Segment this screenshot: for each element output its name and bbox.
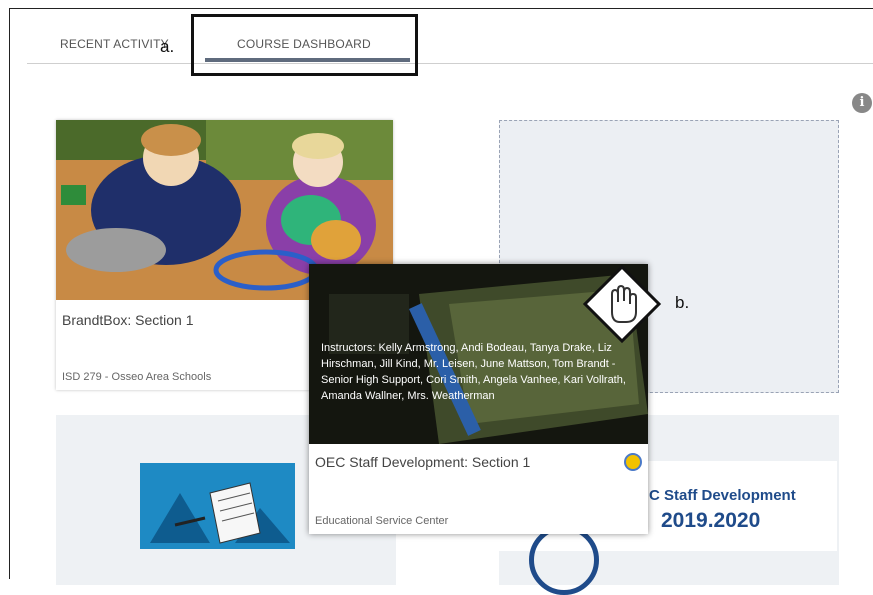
staff-development-logo-text: C Staff Development (649, 487, 796, 504)
annotation-a: a. (160, 37, 175, 56)
tab-highlight-box (191, 14, 418, 76)
course-title[interactable]: BrandtBox: Section 1 (62, 312, 194, 328)
course-instructors: Instructors: Kelly Armstrong, Andi Bodea… (321, 342, 626, 402)
info-icon[interactable]: i (852, 93, 872, 113)
district-seal-logo (529, 525, 599, 595)
open-book-illustration (140, 463, 295, 549)
tab-recent-activity[interactable]: RECENT ACTIVITY (60, 37, 169, 51)
staff-development-year: 2019.2020 (661, 509, 761, 532)
badge-icon (624, 453, 642, 471)
course-institution: Educational Service Center (315, 515, 449, 527)
tabs-divider (27, 63, 873, 64)
course-institution: ISD 279 - Osseo Area Schools (62, 371, 212, 383)
course-title[interactable]: OEC Staff Development: Section 1 (315, 454, 530, 470)
annotation-b: b. (675, 293, 690, 312)
hand-grab-cursor-icon (582, 264, 662, 344)
